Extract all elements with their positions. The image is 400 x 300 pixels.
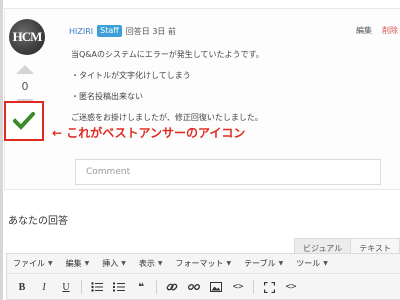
unlink-icon[interactable] <box>187 280 201 294</box>
answer-card: HCM HIZIRI Staff 回答日 3日 前 編集 削除 0 当Q&Aのシ… <box>4 8 400 190</box>
bold-icon[interactable]: B <box>15 280 29 294</box>
your-answer-heading: あなたの回答 <box>8 216 68 227</box>
menu-label: 表示 <box>138 259 155 268</box>
answer-line: 当Q&Aのシステムにエラーが発生していたようです。 <box>71 50 264 59</box>
editor-toolbar: B I U ❝ <> <> <box>7 274 400 300</box>
vote-count: 0 <box>21 80 29 93</box>
underline-icon[interactable]: U <box>59 280 73 294</box>
edit-link[interactable]: 編集 <box>356 25 372 36</box>
staff-badge: Staff <box>97 25 122 37</box>
toolbar-divider <box>81 280 82 294</box>
toolbar-divider <box>156 280 157 294</box>
image-icon[interactable] <box>209 280 223 294</box>
answer-line: ・タイトルが文字化けしてしまう <box>71 71 191 80</box>
menu-label: 編集 <box>65 259 82 268</box>
numbered-list-icon[interactable] <box>112 280 126 294</box>
delete-link[interactable]: 削除 <box>382 25 398 36</box>
avatar[interactable]: HCM <box>9 19 45 55</box>
answer-line: ご迷惑をお掛けしましたが、修正回復いたしました。 <box>71 113 263 122</box>
answer-editor: ファイル ▼ 編集 ▼ 挿入 ▼ 表示 ▼ フォーマット ▼ テーブル ▼ ツール ▼ B I… <box>6 253 400 300</box>
source-code-icon[interactable]: <> <box>284 280 298 294</box>
caret-down-icon: ▼ <box>84 260 90 267</box>
caret-down-icon: ▼ <box>48 260 53 267</box>
menu-label: フォーマット <box>175 259 224 268</box>
answer-body: 当Q&Aのシステムにエラーが発生していたようです。 ・タイトルが文字化けしてしま… <box>71 51 264 135</box>
editor-menubar: ファイル ▼ 編集 ▼ 挿入 ▼ 表示 ▼ フォーマット ▼ テーブル ▼ ツール ▼ <box>7 254 400 274</box>
menu-table[interactable]: テーブル ▼ <box>244 258 283 269</box>
answer-meta: HIZIRI Staff 回答日 3日 前 <box>69 25 176 37</box>
menu-label: ファイル <box>13 259 45 268</box>
caret-down-icon: ▼ <box>121 260 126 267</box>
bullet-list-icon[interactable] <box>90 280 104 294</box>
best-answer-annotation: ← これがベストアンサーのアイコン <box>52 126 246 140</box>
blockquote-icon[interactable]: ❝ <box>134 280 148 294</box>
answer-line: ・匿名投稿出来ない <box>71 92 143 101</box>
checkmark-icon <box>13 112 35 130</box>
caret-down-icon: ▼ <box>157 260 163 267</box>
menu-format[interactable]: フォーマット ▼ <box>176 258 232 269</box>
menu-file[interactable]: ファイル ▼ <box>13 258 53 269</box>
menu-edit[interactable]: 編集 ▼ <box>66 258 90 269</box>
vote-up-icon[interactable] <box>16 65 34 74</box>
caret-down-icon: ▼ <box>226 260 232 267</box>
answered-date: 回答日 3日 前 <box>125 26 176 36</box>
menu-insert[interactable]: 挿入 ▼ <box>102 258 126 269</box>
italic-icon[interactable]: I <box>37 280 51 294</box>
author-link[interactable]: HIZIRI <box>69 27 93 36</box>
menu-tools[interactable]: ツール ▼ <box>296 258 328 269</box>
menu-label: テーブル <box>244 259 276 268</box>
left-frame-border <box>0 0 3 300</box>
menu-label: 挿入 <box>102 259 119 268</box>
code-icon[interactable]: <> <box>231 280 245 294</box>
caret-down-icon: ▼ <box>278 260 284 267</box>
caret-down-icon: ▼ <box>323 260 328 267</box>
link-icon[interactable] <box>165 280 179 294</box>
answer-actions: 編集 削除 <box>356 25 398 36</box>
menu-label: ツール <box>296 259 321 268</box>
comment-input[interactable]: Comment <box>75 159 381 185</box>
toolbar-divider <box>253 280 254 294</box>
menu-view[interactable]: 表示 ▼ <box>139 258 163 269</box>
best-answer-button[interactable] <box>4 101 44 141</box>
fullscreen-icon[interactable] <box>262 280 276 294</box>
